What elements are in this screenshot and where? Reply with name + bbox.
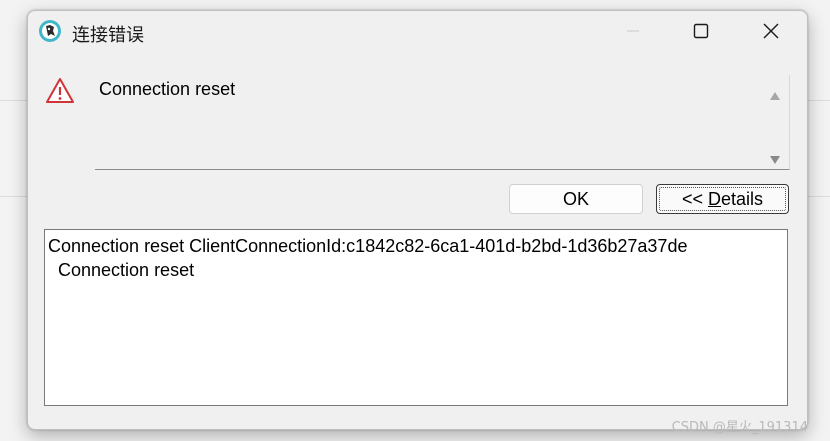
scroll-up-icon[interactable]: [770, 87, 780, 105]
message-area: Connection reset: [95, 75, 790, 170]
ok-button-label: OK: [562, 188, 589, 209]
maximize-button[interactable]: [678, 11, 724, 51]
error-dialog: 连接错误 Connection reset OK << Details Conn…: [27, 10, 808, 430]
details-line: Connection reset: [48, 260, 195, 280]
focus-rectangle: [659, 187, 786, 211]
watermark: CSDN @星火_191314: [671, 420, 808, 435]
details-text-area[interactable]: Connection reset ClientConnectionId:c184…: [44, 229, 788, 406]
app-logo-icon: [38, 19, 62, 43]
close-button[interactable]: [748, 11, 794, 51]
scroll-down-icon[interactable]: [770, 151, 780, 169]
error-message: Connection reset: [99, 79, 236, 99]
title-bar[interactable]: 连接错误: [28, 11, 807, 53]
minimize-button[interactable]: [610, 11, 656, 51]
warning-icon: [45, 77, 75, 105]
window-title: 连接错误: [72, 25, 144, 46]
close-icon: [763, 23, 779, 39]
maximize-icon: [693, 23, 709, 39]
details-line: Connection reset ClientConnectionId:c184…: [48, 236, 688, 256]
details-button[interactable]: << Details: [656, 184, 789, 214]
minimize-icon: [627, 30, 639, 32]
ok-button[interactable]: OK: [509, 184, 643, 214]
